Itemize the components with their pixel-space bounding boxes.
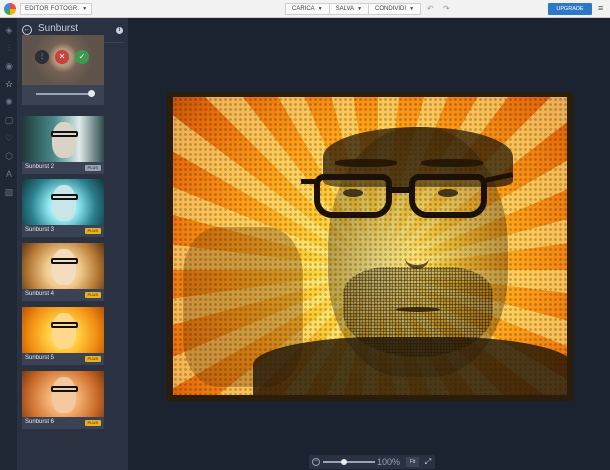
effect-item-sunburst-2[interactable]: Sunburst 2 PLUS — [22, 116, 104, 174]
share-menu-button[interactable]: CONDIVIDI ▼ — [368, 3, 422, 15]
effect-label-bar: Sunburst 5 PLUS — [22, 353, 104, 365]
fullscreen-icon[interactable]: ⤢ — [423, 457, 433, 467]
close-icon[interactable]: ✕ — [55, 50, 69, 64]
effect-thumbnail-glasses — [51, 194, 78, 200]
effect-thumbnail-face — [52, 313, 76, 349]
effect-label-bar: Sunburst 6 PLUS — [22, 417, 104, 429]
save-menu-label: SALVA — [335, 6, 355, 12]
chevron-down-icon: ▼ — [317, 6, 323, 12]
zoom-out-icon[interactable]: − — [312, 458, 320, 466]
intensity-slider-handle[interactable] — [88, 90, 95, 97]
layers-icon[interactable]: ◈ — [3, 24, 15, 36]
top-toolbar: EDITOR FOTOGR. ▼ CARICA ▼ SALVA ▼ CONDIVIDI… — [0, 0, 610, 18]
zoom-controls: − 100% Fit ⤢ — [309, 455, 435, 469]
intensity-slider-track[interactable] — [36, 93, 91, 95]
app-mode-label: EDITOR FOTOGR. — [25, 6, 80, 12]
upgrade-button[interactable]: UPGRADE — [548, 3, 592, 15]
heart-icon[interactable]: ♡ — [3, 132, 15, 144]
plus-badge: PLUS — [84, 292, 101, 298]
zoom-slider-handle[interactable] — [341, 459, 347, 465]
effect-label: Sunburst 5 — [25, 355, 55, 361]
load-menu-button[interactable]: CARICA ▼ — [285, 3, 330, 15]
app-mode-select[interactable]: EDITOR FOTOGR. ▼ — [20, 3, 93, 15]
check-icon[interactable]: ✓ — [75, 50, 89, 64]
adjust-icon[interactable]: ⫶ — [3, 42, 15, 54]
sun-icon[interactable]: ✺ — [3, 96, 15, 108]
hamburger-icon[interactable]: ≡ — [598, 4, 603, 13]
save-menu-button[interactable]: SALVA ▼ — [328, 3, 370, 15]
effect-thumbnail-face — [52, 185, 76, 221]
effect-thumbnail-face — [52, 249, 76, 285]
redo-icon[interactable]: ↷ — [443, 3, 450, 14]
frame-icon[interactable]: ▢ — [3, 114, 15, 126]
edited-photo — [173, 97, 567, 395]
effect-label-bar: Sunburst 2 PLUS — [22, 162, 104, 174]
effect-label: Sunburst 4 — [25, 291, 55, 297]
star-icon[interactable]: ☆ — [3, 78, 15, 90]
effect-label-bar: Sunburst 3 PLUS — [22, 225, 104, 237]
effect-label: Sunburst 2 — [25, 164, 55, 170]
effect-label-bar: Sunburst 4 PLUS — [22, 289, 104, 301]
fit-button[interactable]: Fit — [406, 457, 419, 467]
effect-thumbnail-glasses — [51, 386, 78, 392]
effect-label: Sunburst 3 — [25, 227, 55, 233]
effect-thumbnail-glasses — [51, 322, 78, 328]
eye-icon[interactable]: ◉ — [3, 60, 15, 72]
share-menu-label: CONDIVIDI — [375, 6, 407, 12]
effect-item-sunburst-4[interactable]: Sunburst 4 PLUS — [22, 243, 104, 301]
badge-icon[interactable]: ⬡ — [3, 150, 15, 162]
effect-label: Sunburst 6 — [25, 419, 55, 425]
plus-badge: PLUS — [84, 356, 101, 362]
info-icon[interactable]: i — [116, 27, 123, 34]
file-menu-group: CARICA ▼ SALVA ▼ CONDIVIDI ▼ — [285, 3, 422, 15]
effect-item-sunburst-6[interactable]: Sunburst 6 PLUS — [22, 371, 104, 429]
effect-thumbnail-glasses — [51, 258, 78, 264]
zoom-slider-track[interactable] — [323, 461, 375, 463]
photo-canvas[interactable] — [167, 92, 573, 401]
back-arrow-icon[interactable]: ← — [22, 25, 32, 35]
plus-badge: PLUS — [84, 420, 101, 426]
text-icon[interactable]: A — [3, 168, 15, 180]
texture-icon[interactable]: ▨ — [3, 186, 15, 198]
effect-thumbnail-glasses — [51, 131, 78, 137]
effect-item-sunburst-3[interactable]: Sunburst 3 PLUS — [22, 179, 104, 237]
chevron-down-icon: ▼ — [82, 6, 88, 12]
chevron-down-icon: ▼ — [409, 6, 415, 12]
sliders-icon[interactable]: ⫶ — [35, 50, 49, 64]
selected-effect-card: ⫶ ✕ ✓ — [22, 35, 104, 105]
load-menu-label: CARICA — [292, 6, 315, 12]
effect-thumbnail-face — [52, 122, 76, 158]
tool-rail: ◈ ⫶ ◉ ☆ ✺ ▢ ♡ ⬡ A ▨ — [0, 18, 18, 470]
plus-badge: PLUS — [84, 165, 101, 171]
effect-thumbnail-face — [52, 377, 76, 413]
undo-icon[interactable]: ↶ — [427, 3, 434, 14]
chevron-down-icon: ▼ — [357, 6, 363, 12]
halftone-overlay — [173, 97, 567, 395]
plus-badge: PLUS — [84, 228, 101, 234]
zoom-value: 100% — [377, 457, 401, 467]
panel-title: Sunburst — [38, 23, 79, 34]
app-logo[interactable] — [4, 3, 16, 15]
effect-item-sunburst-5[interactable]: Sunburst 5 PLUS — [22, 307, 104, 365]
